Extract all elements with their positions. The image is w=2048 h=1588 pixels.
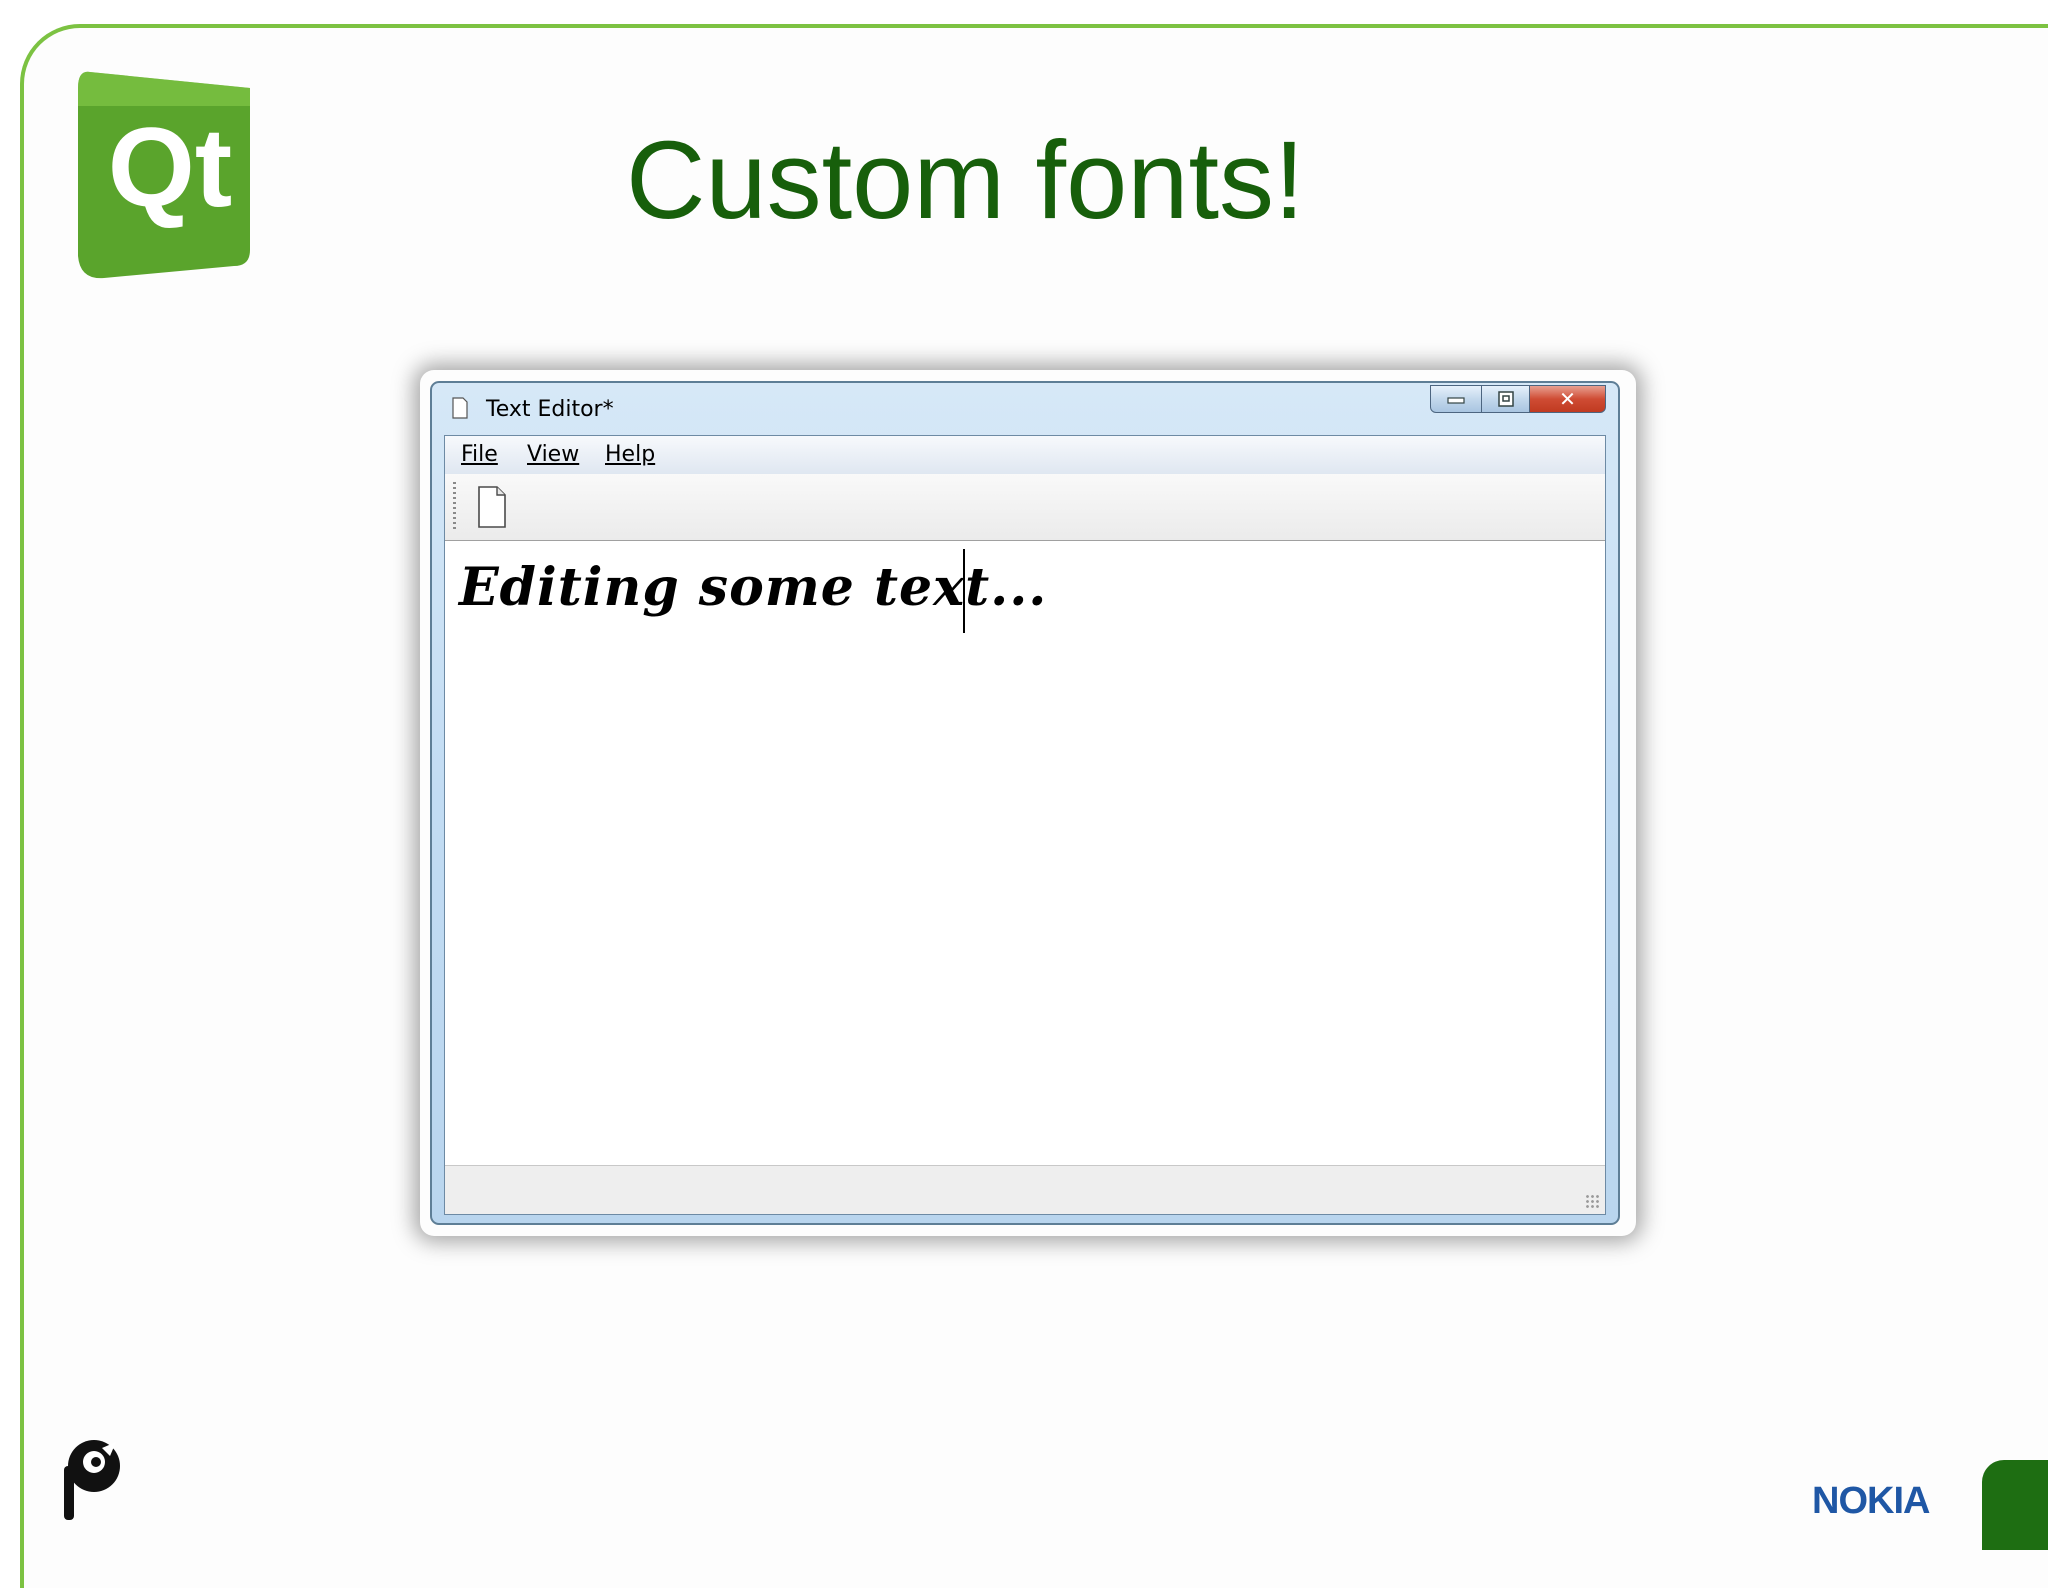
toolbar: [445, 474, 1605, 541]
close-icon: ✕: [1559, 387, 1576, 411]
maximize-icon: [1497, 391, 1514, 407]
toolbar-grip[interactable]: [453, 482, 456, 532]
new-document-icon[interactable]: [475, 484, 509, 530]
maximize-button[interactable]: [1482, 385, 1530, 413]
qt-logo-text: Qt: [108, 105, 232, 230]
corner-tab: [1982, 1460, 2048, 1550]
close-button[interactable]: ✕: [1530, 385, 1606, 413]
menu-view[interactable]: View: [527, 442, 579, 467]
menu-help[interactable]: Help: [605, 442, 655, 467]
window-title: Text Editor*: [486, 397, 614, 422]
window-client: File View Help Editing some text...: [444, 435, 1606, 1215]
status-bar: [445, 1166, 1605, 1214]
caption-buttons: ✕: [1430, 385, 1606, 415]
slide-title: Custom fonts!: [626, 119, 1305, 242]
document-icon: [452, 397, 468, 419]
menu-file[interactable]: File: [461, 442, 498, 467]
minimize-icon: [1447, 397, 1465, 404]
text-edit-area[interactable]: Editing some text...: [445, 541, 1605, 1166]
minimize-button[interactable]: [1430, 385, 1482, 413]
size-grip-icon[interactable]: [1585, 1194, 1601, 1210]
text-caret: [963, 549, 965, 633]
menubar: File View Help: [445, 436, 1605, 475]
presenter-logo: [64, 1440, 120, 1520]
editor-content: Editing some text...: [459, 557, 1048, 618]
qt-logo: Qt: [78, 71, 250, 279]
nokia-logo: NOKIA: [1812, 1480, 1930, 1522]
text-editor-window: Text Editor* ✕ File View Help Editing so…: [430, 381, 1620, 1225]
